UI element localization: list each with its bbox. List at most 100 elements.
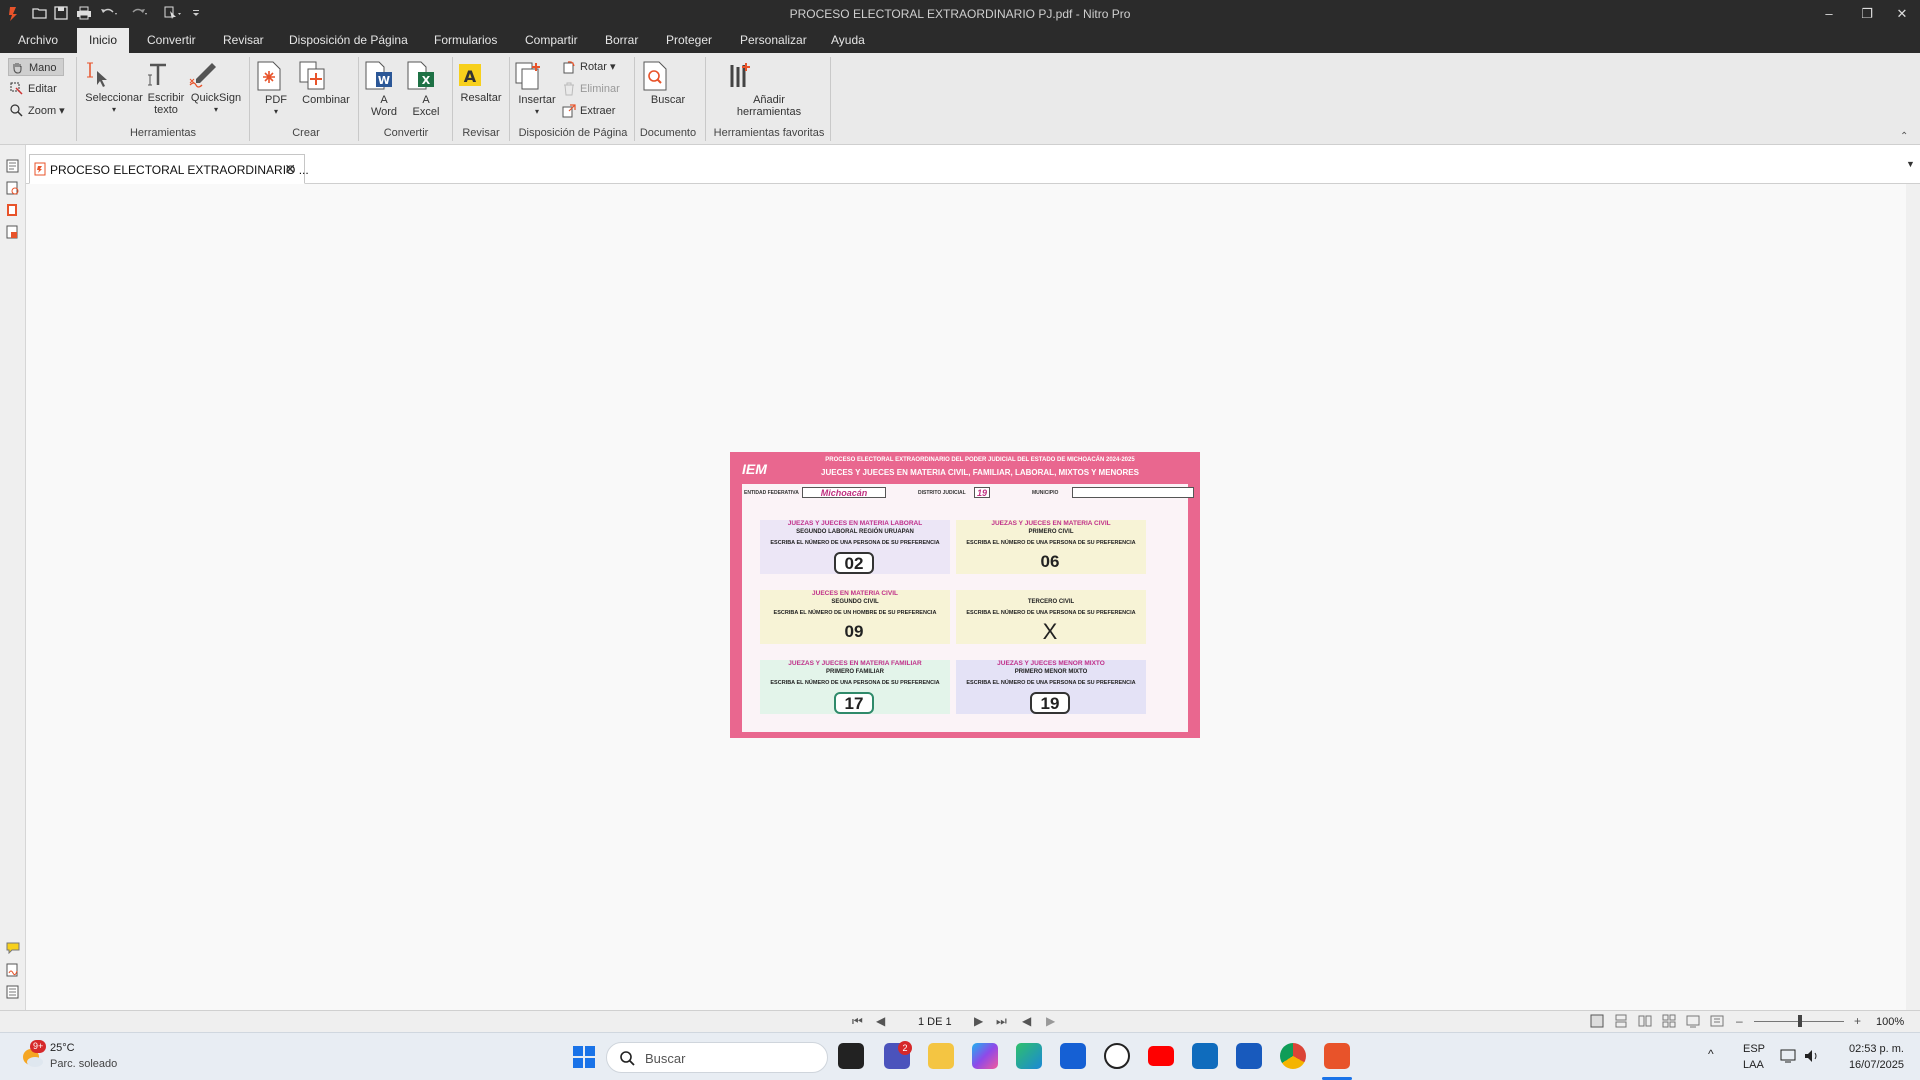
insertar-button[interactable]: Insertar ▾ (514, 61, 560, 118)
keyboard-layout[interactable]: LAA (1743, 1059, 1764, 1071)
section-instruction: ESCRIBA EL NÚMERO DE UNA PERSONA DE SU P… (966, 540, 1136, 546)
anadir-herramientas-button[interactable]: Añadir herramientas (724, 61, 814, 118)
mano-tool[interactable]: Mano (8, 58, 64, 76)
comments-panel-icon[interactable] (6, 942, 20, 954)
pages-panel-icon[interactable] (6, 159, 19, 173)
weather-temp[interactable]: 25°C (50, 1042, 75, 1054)
volume-icon[interactable] (1804, 1049, 1820, 1063)
tab-convertir[interactable]: Convertir (145, 28, 198, 53)
bookmarks-panel-icon[interactable] (6, 181, 19, 195)
edge-icon[interactable] (1016, 1043, 1042, 1069)
task-view-icon[interactable] (838, 1043, 864, 1069)
store-icon[interactable] (1060, 1043, 1086, 1069)
close-button[interactable]: ✕ (1890, 4, 1914, 24)
go-back-icon[interactable]: ◀ (1022, 1014, 1031, 1028)
outlook-icon[interactable] (1192, 1043, 1218, 1069)
buscar-button[interactable]: Buscar (642, 61, 694, 106)
weather-badge: 9+ (30, 1040, 47, 1053)
attachments-panel-icon[interactable] (6, 203, 19, 217)
eliminar-button[interactable]: Eliminar (560, 80, 626, 98)
youtube-icon[interactable] (1148, 1046, 1174, 1066)
combine-files-icon (298, 61, 354, 91)
show-hidden-icons-icon[interactable]: ^ (1708, 1047, 1714, 1061)
signatures-panel-icon[interactable] (6, 963, 19, 977)
output-panel-icon[interactable] (6, 985, 19, 999)
tab-formularios[interactable]: Formularios (432, 28, 499, 53)
section-subheading: PRIMERO FAMILIAR (826, 669, 884, 675)
zoom-percentage[interactable]: 100% (1876, 1016, 1904, 1028)
vertical-scrollbar[interactable] (1906, 184, 1920, 1010)
next-page-icon[interactable]: ▶ (974, 1014, 983, 1028)
previous-page-icon[interactable]: ◀ (876, 1014, 885, 1028)
window-title: PROCESO ELECTORAL EXTRAORDINARIO PJ.pdf … (789, 7, 1131, 21)
quicksign-button[interactable]: QuickSign ▾ (188, 61, 244, 116)
zoom-out-button[interactable]: – (1736, 1014, 1743, 1028)
word-icon[interactable] (1236, 1043, 1262, 1069)
zoom-slider-thumb[interactable] (1798, 1015, 1802, 1027)
tab-archivo[interactable]: Archivo (16, 28, 60, 53)
restore-button[interactable]: ❐ (1855, 4, 1879, 24)
section-subheading: TERCERO CIVIL (1027, 599, 1075, 605)
pen-sign-icon (188, 61, 244, 89)
seleccionar-button[interactable]: Seleccionar ▾ (84, 61, 144, 116)
fit-width-icon[interactable] (1686, 1014, 1700, 1028)
clock-time[interactable]: 02:53 p. m. (1836, 1043, 1904, 1055)
facing-view-icon[interactable] (1638, 1014, 1652, 1028)
tab-ayuda[interactable]: Ayuda (829, 28, 867, 53)
minimize-button[interactable]: – (1817, 4, 1841, 24)
nitro-pro-icon[interactable] (1324, 1043, 1350, 1069)
tab-revisar[interactable]: Revisar (221, 28, 266, 53)
page-indicator[interactable]: 1 DE 1 (918, 1016, 952, 1028)
tabs-dropdown-icon[interactable]: ▼ (1906, 159, 1915, 169)
last-page-icon[interactable]: ⏭ (996, 1014, 1007, 1029)
go-forward-icon[interactable]: ▶ (1046, 1014, 1055, 1028)
ballot-section-civil-tercero: TERCERO CIVIL ESCRIBA EL NÚMERO DE UNA P… (956, 590, 1146, 644)
windows-start-icon[interactable] (572, 1045, 596, 1069)
clock-date[interactable]: 16/07/2025 (1836, 1059, 1904, 1071)
chrome-icon[interactable] (1280, 1043, 1306, 1069)
file-explorer-icon[interactable] (928, 1043, 954, 1069)
pdf-button[interactable]: PDF ▾ (256, 61, 296, 118)
dell-icon[interactable] (1104, 1043, 1130, 1069)
edit-cursor-icon (10, 82, 23, 95)
zoom-in-button[interactable]: + (1854, 1014, 1861, 1028)
escribir-texto-button[interactable]: Escribir texto (144, 61, 188, 116)
rotar-button[interactable]: Rotar ▾ (560, 58, 626, 76)
tab-compartir[interactable]: Compartir (523, 28, 580, 53)
tab-inicio[interactable]: Inicio (77, 28, 130, 53)
zoom-icon (10, 104, 23, 117)
tab-borrar[interactable]: Borrar (603, 28, 640, 53)
combinar-button[interactable]: Combinar (298, 61, 354, 106)
tab-disposicion[interactable]: Disposición de Página (287, 28, 410, 53)
vote-number: 19 (1030, 692, 1070, 714)
network-icon[interactable] (1780, 1049, 1798, 1063)
copilot-icon[interactable] (972, 1043, 998, 1069)
taskbar-search[interactable]: Buscar (606, 1042, 828, 1073)
security-panel-icon[interactable] (6, 225, 19, 239)
collapse-ribbon-icon[interactable]: ⌃ (1900, 131, 1908, 142)
editar-tool[interactable]: Editar (8, 80, 64, 98)
first-page-icon[interactable]: ⏮ (852, 1014, 863, 1029)
a-excel-button[interactable]: X A Excel (406, 61, 446, 118)
document-tab[interactable]: PROCESO ELECTORAL EXTRAORDINARIO ... ✕ (29, 154, 309, 184)
zoom-tool[interactable]: Zoom ▾ (8, 102, 70, 120)
tab-personalizar[interactable]: Personalizar (738, 28, 809, 53)
weather-description[interactable]: Parc. soleado (50, 1058, 117, 1070)
single-page-view-icon[interactable] (1590, 1014, 1604, 1028)
continuous-view-icon[interactable] (1614, 1014, 1628, 1028)
full-screen-icon[interactable] (1710, 1014, 1724, 1028)
highlight-icon: A (456, 61, 506, 89)
language-code[interactable]: ESP (1743, 1043, 1765, 1055)
close-tab-button[interactable]: ✕ (284, 161, 296, 178)
combinar-label: Combinar (302, 94, 350, 106)
escribir-label: Escribir (147, 92, 185, 104)
section-heading: JUEZAS Y JUECES MENOR MIXTO (997, 660, 1105, 667)
extraer-button[interactable]: Extraer (560, 102, 626, 120)
resaltar-button[interactable]: A Resaltar (456, 61, 506, 104)
insertar-label: Insertar (518, 94, 556, 106)
a-word-button[interactable]: W A Word (364, 61, 404, 118)
herramientas-label: herramientas (736, 106, 802, 118)
tab-proteger[interactable]: Proteger (664, 28, 714, 53)
title-bar: PROCESO ELECTORAL EXTRAORDINARIO PJ.pdf … (0, 0, 1920, 28)
facing-continuous-view-icon[interactable] (1662, 1014, 1676, 1028)
